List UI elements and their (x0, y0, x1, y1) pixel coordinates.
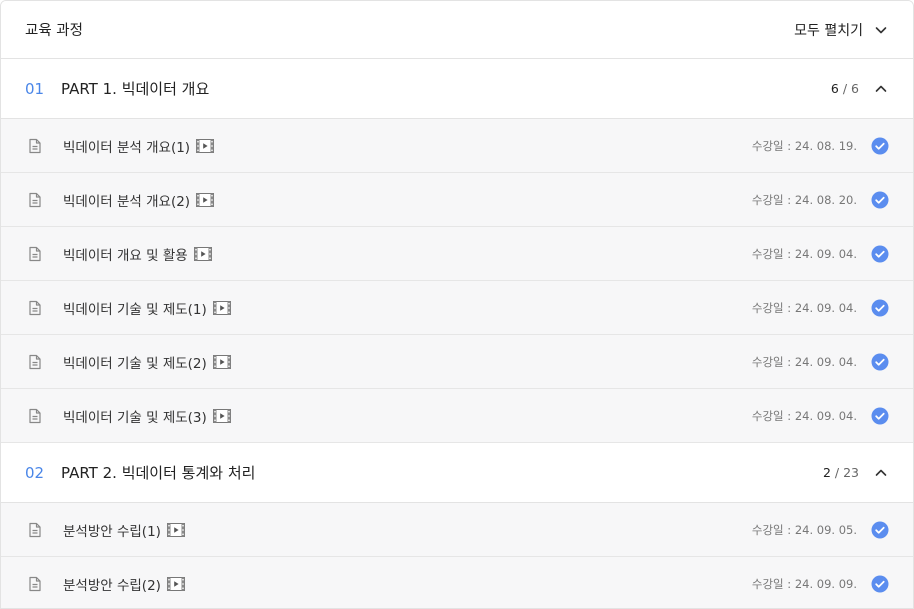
check-circle-icon (871, 407, 889, 424)
lesson-date: 수강일 : 24. 09. 04. (751, 408, 857, 423)
lesson-row[interactable]: 빅데이터 개요 및 활용 수강일 : 24. 09. 04. (1, 227, 913, 281)
part-number: 01 (25, 79, 45, 98)
lesson-title: 빅데이터 분석 개요(1) (63, 139, 191, 156)
document-icon (29, 354, 41, 369)
document-icon (29, 576, 41, 591)
lesson-title: 빅데이터 기술 및 제도(3) (63, 409, 207, 426)
chevron-up-icon[interactable] (873, 81, 889, 97)
video-icon (212, 354, 231, 369)
lesson-row[interactable]: 빅데이터 기술 및 제도(2) 수강일 : 24. 09. 04. (1, 335, 913, 389)
video-icon (196, 138, 215, 153)
document-icon (29, 408, 41, 423)
lesson-date: 수강일 : 24. 09. 05. (751, 522, 857, 537)
document-icon (29, 300, 41, 315)
chevron-down-icon (875, 26, 887, 33)
part-title: PART 1. 빅데이터 개요 (61, 80, 210, 98)
check-circle-icon (871, 353, 889, 370)
check-circle-icon (871, 245, 889, 262)
check-circle-icon (871, 299, 889, 316)
lesson-row[interactable]: 빅데이터 분석 개요(1) 수강일 : 24. 08. 19. (1, 119, 913, 173)
check-circle-icon (871, 575, 889, 592)
lesson-date: 수강일 : 24. 08. 19. (751, 138, 857, 153)
document-icon (29, 246, 41, 261)
lesson-row[interactable]: 빅데이터 분석 개요(2) 수강일 : 24. 08. 20. (1, 173, 913, 227)
check-circle-icon (871, 191, 889, 208)
expand-all-button[interactable]: 모두 펼치기 (794, 20, 889, 40)
lesson-row[interactable]: 분석방안 수립(2) 수강일 : 24. 09. 09. (1, 557, 913, 608)
part-number: 02 (25, 463, 45, 482)
part-progress: 6 / 6 (831, 81, 859, 96)
lesson-title: 빅데이터 분석 개요(2) (63, 193, 191, 210)
curriculum-panel: 교육 과정 모두 펼치기 01 PART 1. 빅데이터 개요 6 / 6 빅데… (0, 0, 914, 609)
video-icon (166, 522, 185, 537)
lesson-date: 수강일 : 24. 09. 04. (751, 246, 857, 261)
part-progress-total: / 23 (834, 465, 859, 480)
check-circle-icon (871, 521, 889, 538)
lesson-row[interactable]: 분석방안 수립(1) 수강일 : 24. 09. 05. (1, 503, 913, 557)
lesson-date: 수강일 : 24. 09. 04. (751, 300, 857, 315)
part-header-2[interactable]: 02 PART 2. 빅데이터 통계와 처리 2 / 23 (1, 443, 913, 503)
curriculum-title: 교육 과정 (25, 23, 83, 39)
lesson-date: 수강일 : 24. 08. 20. (751, 192, 857, 207)
video-icon (212, 408, 231, 423)
document-icon (29, 192, 41, 207)
part-progress-done: 6 (830, 81, 839, 96)
video-icon (166, 576, 185, 591)
lesson-row[interactable]: 빅데이터 기술 및 제도(1) 수강일 : 24. 09. 04. (1, 281, 913, 335)
video-icon (196, 192, 215, 207)
lesson-title: 빅데이터 기술 및 제도(1) (63, 301, 207, 318)
lesson-title: 분석방안 수립(2) (63, 577, 161, 594)
lesson-date: 수강일 : 24. 09. 09. (751, 576, 857, 591)
lesson-title: 분석방안 수립(1) (63, 523, 161, 540)
part-header-1[interactable]: 01 PART 1. 빅데이터 개요 6 / 6 (1, 59, 913, 119)
part-progress-done: 2 (822, 465, 831, 480)
video-icon (212, 300, 231, 315)
lesson-title: 빅데이터 개요 및 활용 (63, 247, 188, 264)
chevron-up-icon[interactable] (873, 465, 889, 481)
video-icon (193, 246, 212, 261)
lesson-row[interactable]: 빅데이터 기술 및 제도(3) 수강일 : 24. 09. 04. (1, 389, 913, 443)
lesson-date: 수강일 : 24. 09. 04. (751, 354, 857, 369)
document-icon (29, 522, 41, 537)
part-progress: 2 / 23 (823, 465, 859, 480)
check-circle-icon (871, 137, 889, 154)
part-title: PART 2. 빅데이터 통계와 처리 (61, 464, 256, 482)
expand-all-label: 모두 펼치기 (794, 22, 863, 39)
document-icon (29, 138, 41, 153)
curriculum-header: 교육 과정 모두 펼치기 (1, 1, 913, 59)
lesson-title: 빅데이터 기술 및 제도(2) (63, 355, 207, 372)
part-progress-total: / 6 (842, 81, 859, 96)
